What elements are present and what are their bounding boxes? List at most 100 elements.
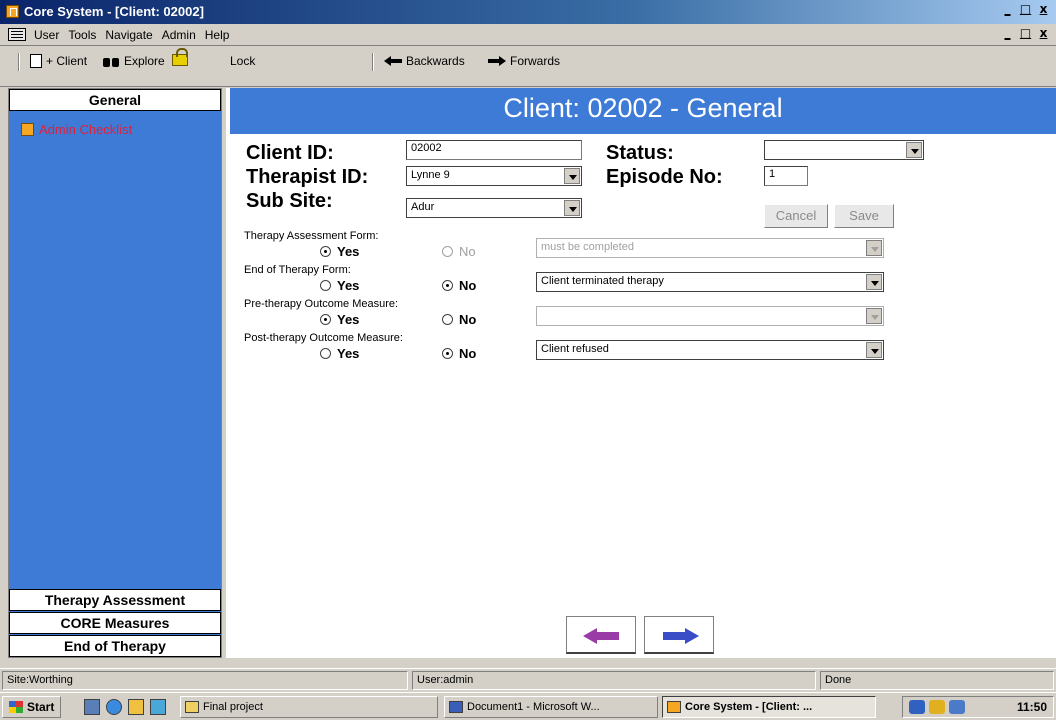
app-icon[interactable]	[6, 5, 19, 18]
toolbar: + Client Explore Lock Backwards Forwards	[0, 47, 1056, 87]
taskbar-item-core-system[interactable]: Core System - [Client: ...	[662, 696, 876, 718]
lock-icon-button[interactable]	[172, 48, 188, 66]
save-button[interactable]: Save	[834, 204, 894, 228]
radio-dot	[442, 348, 453, 359]
taskbar-item-label: Final project	[203, 701, 263, 713]
chevron-down-icon[interactable]	[564, 200, 580, 216]
start-button[interactable]: Start	[2, 696, 62, 718]
radio-dot	[442, 246, 453, 257]
sidebar-tab-general[interactable]: General	[9, 89, 221, 111]
radio-dot	[320, 314, 331, 325]
new-document-icon	[30, 54, 42, 68]
lock-button[interactable]: Lock	[230, 54, 255, 68]
radio-yes-label: Yes	[337, 244, 360, 259]
chevron-down-icon[interactable]	[866, 274, 882, 290]
binoculars-icon	[102, 55, 120, 68]
child-close-button[interactable]: x	[1035, 26, 1052, 42]
system-tray: 11:50	[902, 696, 1054, 718]
reason-select[interactable]: Client terminated therapy	[536, 272, 884, 292]
explore-button[interactable]: Explore	[102, 54, 165, 68]
sidebar-tab-core-measures[interactable]: CORE Measures	[9, 612, 221, 634]
sidebar-tab-end-of-therapy[interactable]: End of Therapy	[9, 635, 221, 657]
backwards-button[interactable]: Backwards	[384, 54, 465, 68]
maximize-button[interactable]: □	[1017, 2, 1034, 18]
child-maximize-button[interactable]: □	[1017, 26, 1034, 42]
episode-no-field[interactable]: 1	[764, 166, 808, 186]
network-icon[interactable]	[909, 700, 925, 714]
next-page-button[interactable]	[644, 616, 714, 654]
windows-logo-icon	[9, 701, 23, 713]
cancel-button[interactable]: Cancel	[764, 204, 828, 228]
radio-yes[interactable]: Yes	[320, 346, 359, 361]
menu-user[interactable]: User	[34, 28, 59, 42]
radio-no: No	[442, 244, 476, 259]
show-desktop-icon[interactable]	[84, 699, 100, 715]
child-minimize-button[interactable]: _	[999, 26, 1016, 42]
taskbar-item-label: Core System - [Client: ...	[685, 701, 813, 713]
internet-explorer-icon[interactable]	[106, 699, 122, 715]
radio-no[interactable]: No	[442, 346, 476, 361]
sub-site-value: Adur	[411, 201, 435, 213]
sidebar-item-admin-checklist[interactable]: Admin Checklist	[21, 122, 132, 137]
minimize-button[interactable]: _	[999, 2, 1016, 18]
core-system-icon	[667, 701, 681, 713]
forwards-button[interactable]: Forwards	[488, 54, 560, 68]
radio-yes[interactable]: Yes	[320, 312, 359, 327]
status-state: Done	[820, 671, 1054, 690]
backwards-label: Backwards	[406, 54, 465, 68]
radio-dot	[320, 348, 331, 359]
reason-select[interactable]: Client refused	[536, 340, 884, 360]
taskbar-item-word[interactable]: Document1 - Microsoft W...	[444, 696, 658, 718]
taskbar-item-final-project[interactable]: Final project	[180, 696, 438, 718]
question-label: Therapy Assessment Form:	[244, 230, 379, 242]
arrow-right-icon	[661, 628, 699, 644]
radio-dot	[442, 280, 453, 291]
arrow-left-icon	[583, 628, 621, 644]
sub-site-select[interactable]: Adur	[406, 198, 582, 218]
radio-no[interactable]: No	[442, 312, 476, 327]
therapist-id-value: Lynne 9	[411, 169, 450, 181]
radio-yes[interactable]: Yes	[320, 278, 359, 293]
new-client-label: + Client	[46, 54, 88, 68]
menu-admin[interactable]: Admin	[162, 28, 196, 42]
radio-dot	[320, 280, 331, 291]
radio-no-label: No	[459, 312, 477, 327]
chevron-down-icon[interactable]	[564, 168, 580, 184]
chevron-down-icon[interactable]	[866, 342, 882, 358]
page-title: Client: 02002 - General	[230, 88, 1056, 134]
lock-icon	[172, 48, 188, 66]
client-id-label: Client ID:	[246, 142, 334, 164]
sidebar-tab-therapy-assessment[interactable]: Therapy Assessment	[9, 589, 221, 611]
menu-tools[interactable]: Tools	[68, 28, 96, 42]
previous-page-button[interactable]	[566, 616, 636, 654]
outlook-icon[interactable]	[128, 699, 144, 715]
new-client-button[interactable]: + Client	[30, 54, 87, 68]
monitor-icon[interactable]	[949, 700, 965, 714]
therapist-id-select[interactable]: Lynne 9	[406, 166, 582, 186]
toolbar-separator	[18, 53, 20, 71]
question-label: Pre-therapy Outcome Measure:	[244, 298, 399, 310]
reason-value: Client refused	[541, 343, 609, 355]
volume-icon[interactable]	[929, 700, 945, 714]
radio-no[interactable]: No	[442, 278, 476, 293]
status-label: Status:	[606, 142, 674, 164]
chevron-down-icon	[866, 308, 882, 324]
media-icon[interactable]	[150, 699, 166, 715]
client-id-field[interactable]: 02002	[406, 140, 582, 160]
status-select[interactable]	[764, 140, 924, 160]
status-site: Site:Worthing	[2, 671, 408, 690]
folder-icon	[185, 701, 199, 713]
arrow-left-icon	[384, 56, 402, 66]
window-controls: _ □ x	[999, 2, 1052, 18]
radio-yes[interactable]: Yes	[320, 244, 359, 259]
chevron-down-icon[interactable]	[906, 142, 922, 158]
close-button[interactable]: x	[1035, 2, 1052, 18]
sub-site-label: Sub Site:	[246, 190, 333, 212]
document-menu-icon[interactable]	[8, 28, 26, 41]
menu-navigate[interactable]: Navigate	[105, 28, 152, 42]
menu-help[interactable]: Help	[205, 28, 230, 42]
clock: 11:50	[1016, 700, 1047, 714]
title-bar: Core System - [Client: 02002] _ □ x	[0, 0, 1056, 24]
episode-no-label: Episode No:	[606, 166, 723, 188]
reason-value: must be completed	[541, 241, 634, 253]
